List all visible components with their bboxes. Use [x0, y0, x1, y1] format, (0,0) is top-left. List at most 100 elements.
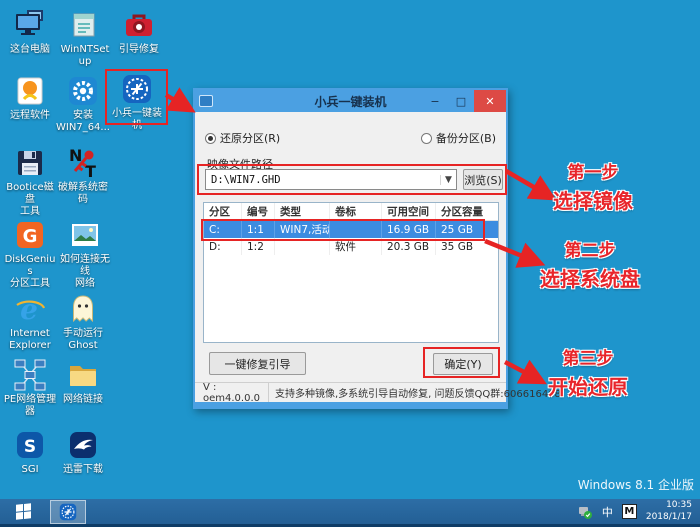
cell: [330, 221, 382, 238]
svg-text:N: N: [69, 146, 82, 165]
icon-label: 这台电脑: [10, 44, 50, 55]
status-message: 支持多种镜像,多系统引导自动修复, 问题反馈QQ群:606616468: [275, 389, 561, 400]
radio-selected-icon: [205, 132, 216, 144]
icon-label: 如何连接无线 网络: [60, 254, 110, 289]
ok-button[interactable]: 确定(Y): [433, 353, 493, 375]
icon-label: 安装 WIN7_64...: [56, 110, 110, 133]
cell: WIN7,活动: [275, 221, 330, 238]
desktop-icon-ghost[interactable]: 手动运行 Ghost: [56, 292, 110, 352]
desktop-icon-password-crack[interactable]: NT 破解系统密码: [56, 146, 110, 206]
minimize-button[interactable]: −: [422, 90, 448, 112]
window-icon: [199, 95, 213, 107]
repair-boot-button[interactable]: 一键修复引导: [209, 352, 306, 375]
icon-label: PE网络管理器: [3, 394, 57, 417]
icon-label: Internet Explorer: [9, 328, 51, 351]
image-path-combobox[interactable]: D:\WIN7.GHD ▼: [205, 169, 457, 190]
start-button[interactable]: [0, 499, 46, 524]
gear-app-icon: [69, 77, 97, 105]
icon-label: 网络链接: [63, 394, 103, 405]
close-button[interactable]: ✕: [474, 90, 506, 112]
system-tray: 中 M 10:35 2018/1/17: [577, 499, 700, 524]
chevron-down-icon[interactable]: ▼: [440, 174, 456, 185]
input-language-indicator[interactable]: 中: [602, 504, 613, 520]
window-titlebar[interactable]: 小兵一键装机 − □ ✕: [195, 90, 506, 112]
desktop-icon-install-win7[interactable]: 安装 WIN7_64...: [56, 74, 110, 134]
hardware-eject-icon[interactable]: [577, 504, 593, 520]
folder-icon: [70, 366, 96, 386]
desktop-icon-winntsetup[interactable]: WinNTSetup: [58, 8, 112, 68]
icon-label: 引导修复: [119, 44, 159, 55]
window-client-area: 还原分区(R) 备份分区(B) 映像文件路径 D:\WIN7.GHD ▼ 浏览(…: [195, 112, 561, 404]
desktop-icon-xunlei[interactable]: 迅雷下载: [56, 428, 110, 476]
photo-icon: [72, 224, 98, 246]
table-row-c[interactable]: C: 1:1 WIN7,活动 16.9 GB 25 GB: [204, 221, 498, 238]
browse-button[interactable]: 浏览(S): [463, 169, 503, 190]
cell: 1:2: [242, 238, 275, 255]
header-volume-label[interactable]: 卷标: [330, 203, 382, 220]
step1-subtitle: 选择镜像: [553, 189, 633, 213]
clock-time: 10:35: [666, 500, 692, 511]
cell: D:: [204, 238, 242, 255]
cell: 20.3 GB: [382, 238, 436, 255]
partition-table: 分区 编号 类型 卷标 可用空间 分区容量 C: 1:1 WIN7,活动 16.…: [203, 202, 499, 343]
desktop-icon-network-links[interactable]: 网络链接: [56, 358, 110, 406]
icon-label: 远程软件: [10, 110, 50, 121]
header-type[interactable]: 类型: [275, 203, 330, 220]
ime-mode-icon[interactable]: M: [621, 504, 637, 519]
desktop-icon-internet-explorer[interactable]: e Internet Explorer: [3, 292, 57, 352]
sgi-icon: S: [17, 432, 43, 458]
desktop-icon-wifi-guide[interactable]: 如何连接无线 网络: [58, 218, 112, 290]
cell: 35 GB: [441, 240, 474, 253]
desktop: { "colors": { "desktop_bg": "#1e95cc", "…: [0, 0, 700, 527]
annotation-step-2: 第二步 选择系统盘: [525, 236, 655, 292]
icon-label: 破解系统密码: [58, 182, 108, 205]
installer-window: 小兵一键装机 − □ ✕ 还原分区(R) 备份分区(B) 映像文件路径 D:\W…: [193, 88, 561, 409]
radio-unselected-icon: [420, 132, 432, 144]
table-header-row: 分区 编号 类型 卷标 可用空间 分区容量: [204, 203, 498, 221]
radio-restore-label: 还原分区(R): [220, 132, 281, 145]
icon-label: SGI: [21, 464, 39, 475]
network-nodes-icon: [14, 359, 46, 391]
table-row-d[interactable]: D: 1:2 软件 20.3 GB 35 GB: [204, 238, 498, 255]
header-partition[interactable]: 分区: [204, 203, 242, 220]
maximize-button[interactable]: □: [448, 90, 474, 112]
cell: 16.9 GB: [382, 221, 436, 238]
arrow-step1: [504, 169, 557, 201]
desktop-icon-this-pc[interactable]: 这台电脑: [3, 8, 57, 56]
toolbox-icon: [126, 14, 152, 36]
desktop-icon-xiaobing-installer[interactable]: 小兵一键装机: [108, 72, 166, 132]
ghost-icon: [73, 295, 93, 323]
remote-app-icon: [17, 77, 43, 105]
windows-version-watermark: Windows 8.1 企业版: [577, 478, 694, 492]
desktop-icon-pe-network-manager[interactable]: PE网络管理器: [3, 358, 57, 418]
taskbar-clock[interactable]: 10:35 2018/1/17: [646, 500, 692, 523]
step2-title: 第二步: [564, 241, 616, 261]
package-icon: [73, 13, 95, 37]
step3-title: 第三步: [562, 349, 614, 369]
step2-subtitle: 选择系统盘: [540, 267, 640, 291]
arrow-step3: [503, 359, 547, 385]
radio-backup-label: 备份分区(B): [435, 132, 496, 145]
nt-key-icon: NT: [69, 146, 96, 180]
radio-backup-partition[interactable]: 备份分区(B): [420, 130, 496, 146]
desktop-icon-sgi[interactable]: S SGI: [3, 428, 57, 476]
xiaobing-logo-icon: [123, 75, 151, 103]
taskbar-app-xiaobing[interactable]: [50, 499, 86, 524]
desktop-icon-remote-software[interactable]: 远程软件: [3, 74, 57, 122]
desktop-icon-bootice[interactable]: Bootice磁盘 工具: [3, 146, 57, 218]
svg-text:e: e: [20, 293, 38, 326]
header-capacity[interactable]: 分区容量: [436, 203, 484, 220]
clock-date: 2018/1/17: [645, 511, 692, 522]
icon-label: 小兵一键装机: [112, 108, 162, 131]
desktop-icon-boot-repair[interactable]: 引导修复: [112, 8, 166, 56]
radio-restore-partition[interactable]: 还原分区(R): [205, 130, 280, 146]
desktop-icon-diskgenius[interactable]: G DiskGenius 分区工具: [3, 218, 57, 290]
header-free-space[interactable]: 可用空间: [382, 203, 436, 220]
version-text: V : oem4.0.0.0: [195, 382, 269, 404]
taskbar: 中 M 10:35 2018/1/17: [0, 499, 700, 527]
icon-label: WinNTSetup: [60, 44, 110, 67]
header-number[interactable]: 编号: [242, 203, 275, 220]
icon-label: 迅雷下载: [63, 464, 103, 475]
svg-text:G: G: [23, 226, 38, 247]
svg-text:S: S: [24, 437, 36, 457]
